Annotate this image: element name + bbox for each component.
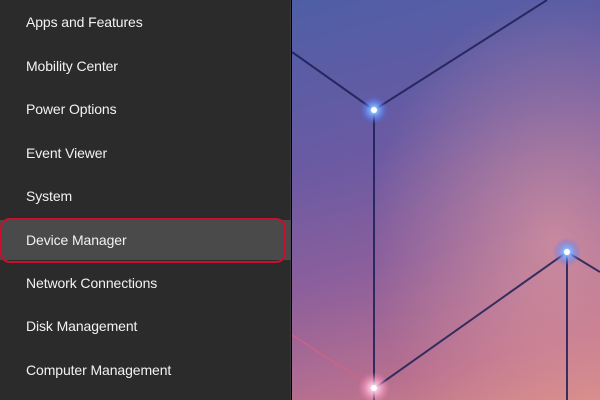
- menu-item-device-manager[interactable]: Device Manager: [0, 220, 291, 260]
- menu-item-label: Mobility Center: [26, 58, 118, 74]
- menu-item-apps-and-features[interactable]: Apps and Features: [0, 2, 291, 42]
- menu-item-mobility-center[interactable]: Mobility Center: [0, 46, 291, 86]
- menu-item-label: Device Manager: [26, 232, 127, 248]
- wallpaper-graphic: [292, 0, 600, 400]
- menu-item-label: System: [26, 188, 73, 204]
- menu-item-label: Power Options: [26, 101, 117, 117]
- menu-item-label: Disk Management: [26, 318, 138, 334]
- desktop-wallpaper: [292, 0, 600, 400]
- menu-item-disk-management[interactable]: Disk Management: [0, 306, 291, 346]
- menu-item-system[interactable]: System: [0, 176, 291, 216]
- menu-item-event-viewer[interactable]: Event Viewer: [0, 133, 291, 173]
- menu-item-network-connections[interactable]: Network Connections: [0, 263, 291, 303]
- menu-item-power-options[interactable]: Power Options: [0, 89, 291, 129]
- menu-item-label: Apps and Features: [26, 14, 143, 30]
- menu-item-label: Network Connections: [26, 275, 158, 291]
- menu-item-label: Computer Management: [26, 362, 172, 378]
- menu-item-label: Event Viewer: [26, 145, 108, 161]
- menu-item-computer-management[interactable]: Computer Management: [0, 350, 291, 390]
- context-menu: Apps and Features Mobility Center Power …: [0, 0, 291, 400]
